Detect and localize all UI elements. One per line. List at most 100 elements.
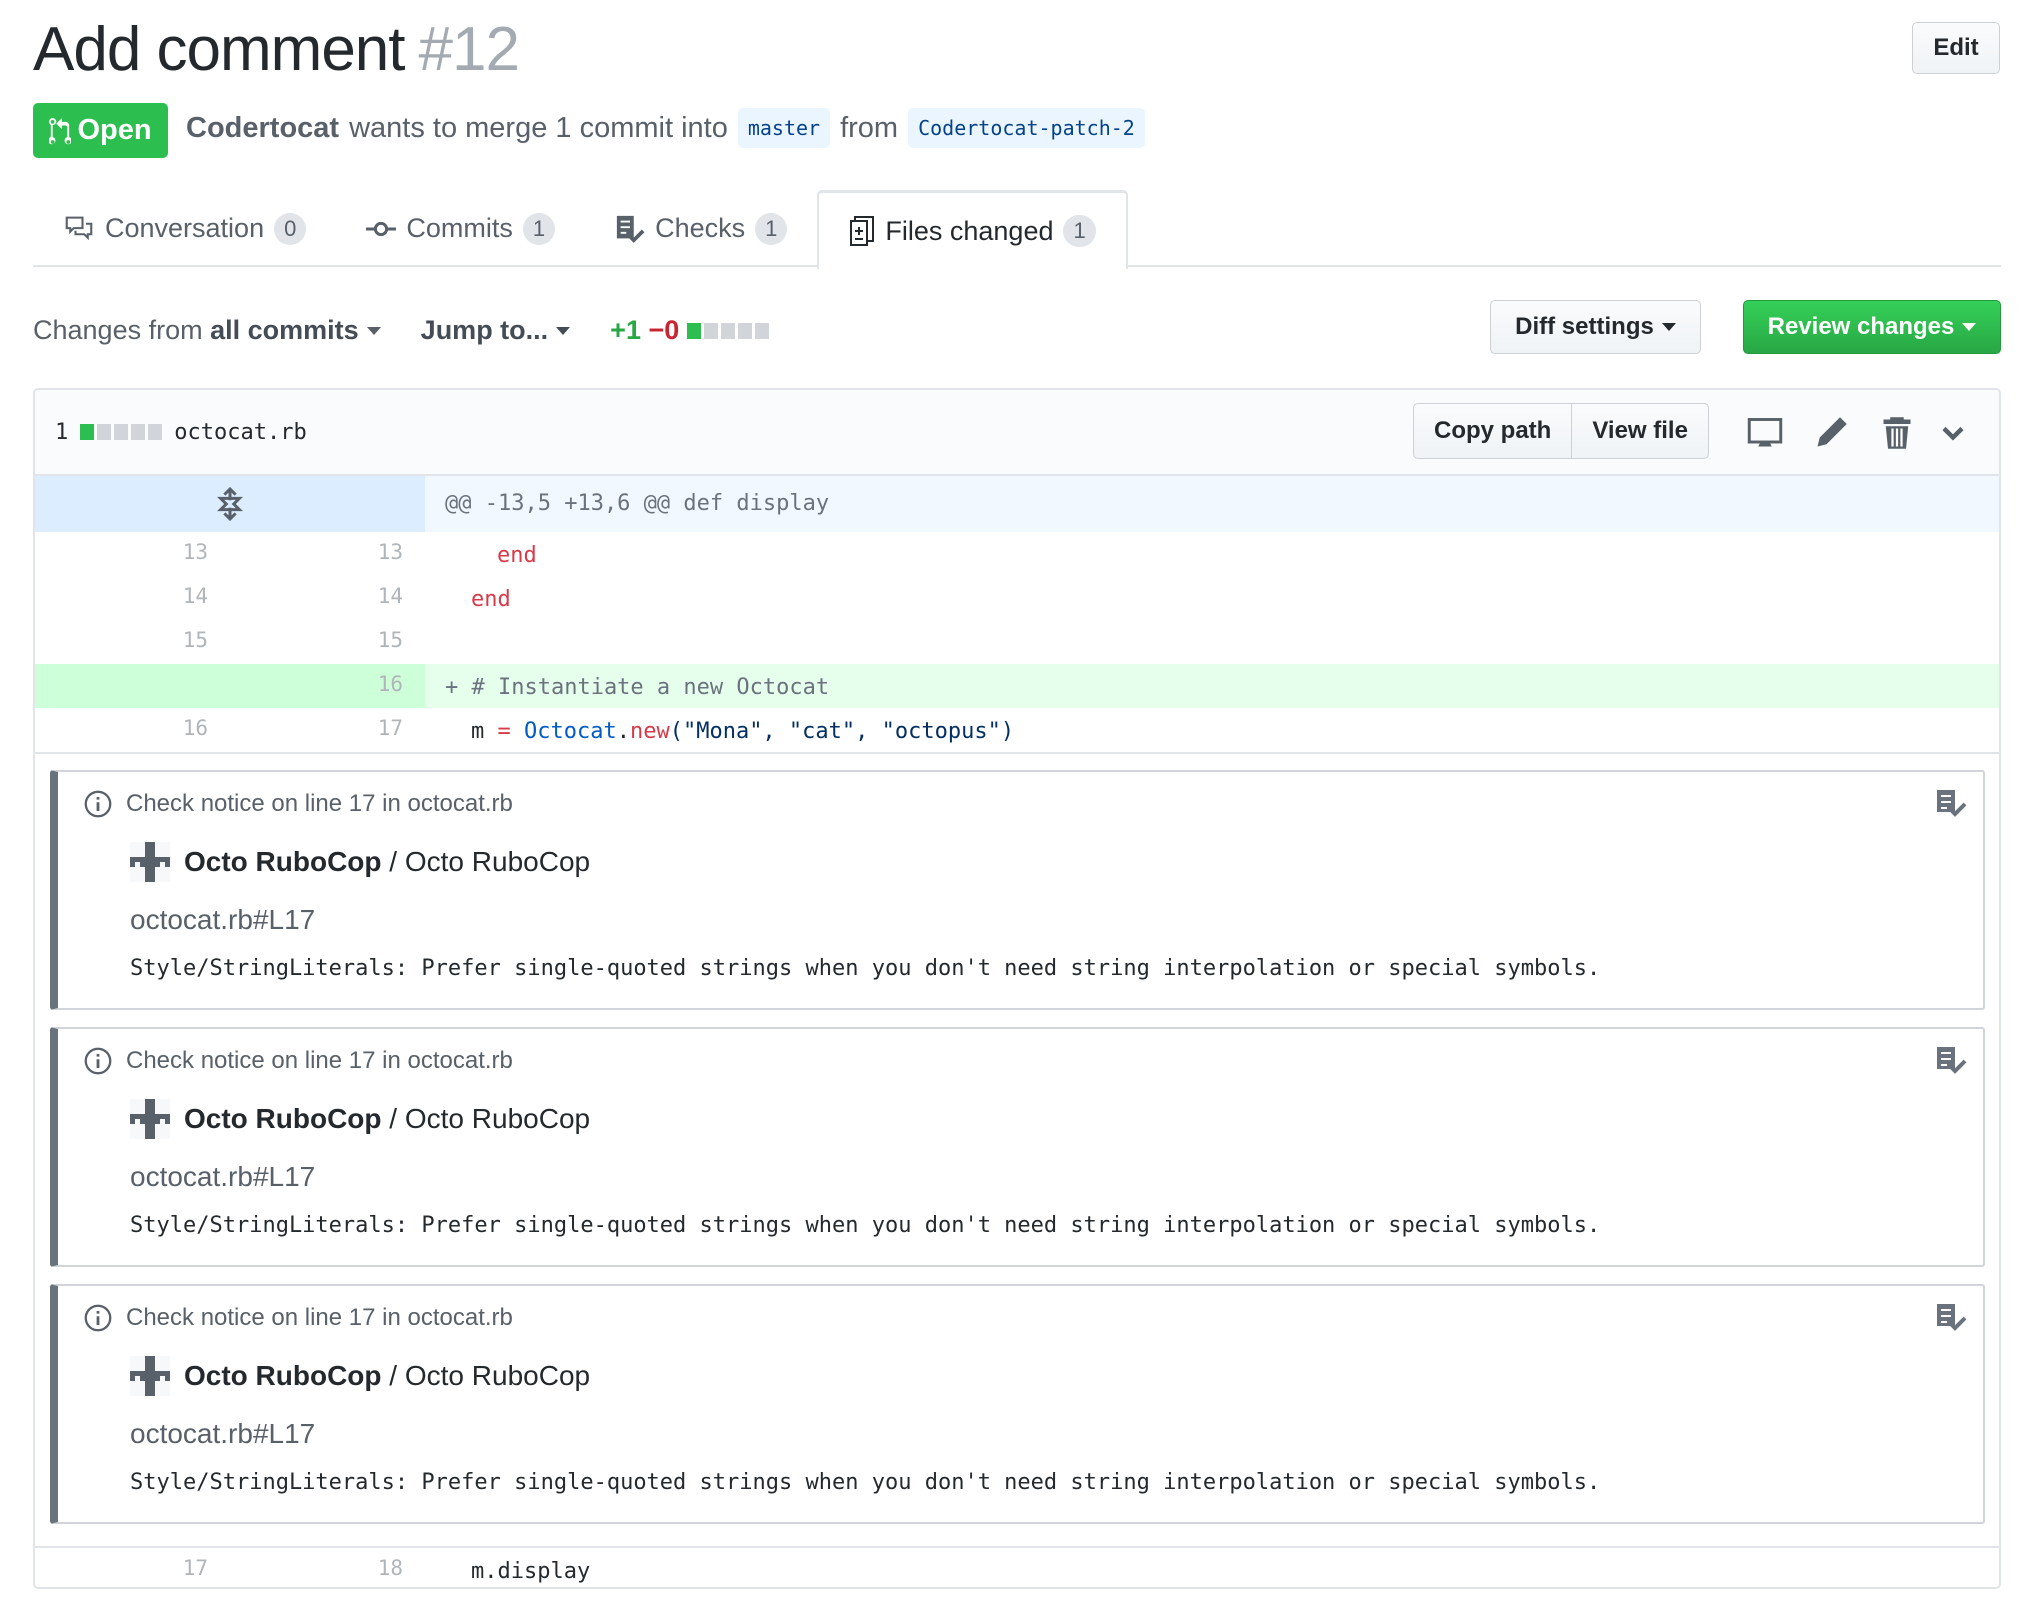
check-run-name: Octo RuboCop — [404, 846, 591, 877]
file-name[interactable]: octocat.rb — [174, 420, 306, 445]
check-message: Style/StringLiterals: Prefer single-quot… — [130, 1470, 1601, 1495]
chevron-down-icon[interactable] — [1935, 415, 1971, 451]
code-line: m.display — [471, 1559, 591, 1584]
base-branch[interactable]: master — [737, 108, 831, 148]
old-line-number[interactable]: 17 — [35, 1548, 230, 1587]
git-pull-request-icon — [49, 117, 72, 144]
new-line-number[interactable]: 15 — [230, 620, 425, 664]
old-line-number[interactable]: 15 — [35, 620, 230, 664]
tab-count: 1 — [755, 212, 788, 245]
jump-label: Jump to... — [420, 314, 549, 345]
comment-discussion-icon — [65, 216, 93, 240]
code-token: . — [616, 719, 630, 744]
caret-down-icon — [1962, 323, 1977, 331]
changes-prefix: Changes from — [33, 314, 203, 345]
check-path: octocat.rb#L17 — [130, 1418, 316, 1449]
checklist-icon[interactable] — [1935, 1302, 1967, 1332]
info-icon — [84, 1047, 112, 1075]
check-app-name[interactable]: Octo RuboCop — [184, 1103, 382, 1134]
code-line: end — [471, 587, 511, 612]
diff-settings-button[interactable]: Diff settings — [1490, 300, 1701, 354]
head-branch[interactable]: Codertocat-patch-2 — [908, 108, 1145, 148]
new-line-number[interactable]: 14 — [230, 576, 425, 620]
pr-meta: Codertocat wants to merge 1 commit into … — [186, 108, 1145, 148]
tab-label: Commits — [406, 213, 513, 243]
tab-count: 0 — [274, 212, 307, 245]
diff-line-added: 16 + # Instantiate a new Octocat — [35, 664, 1999, 708]
diff-line: 16 17 m = Octocat.new("Mona", "cat", "octo… — [35, 708, 1999, 752]
code-line: + # Instantiate a new Octocat — [425, 664, 1999, 708]
old-line-number[interactable]: 14 — [35, 576, 230, 620]
old-line-number[interactable]: 13 — [35, 532, 230, 576]
separator: / — [381, 846, 405, 877]
new-line-number[interactable]: 13 — [230, 532, 425, 576]
author-link[interactable]: Codertocat — [186, 112, 339, 145]
copy-path-button[interactable]: Copy path — [1413, 403, 1573, 459]
review-label: Review changes — [1767, 313, 1955, 340]
tab-label: Conversation — [105, 213, 265, 243]
diffstat-bars — [686, 323, 769, 340]
hunk-text: @@ -13,5 +13,6 @@ def display — [425, 476, 1999, 532]
pr-number: #12 — [418, 15, 520, 84]
status-badge: Open — [33, 103, 168, 158]
tab-conversation[interactable]: Conversation 0 — [33, 190, 336, 267]
caret-down-icon — [556, 327, 571, 336]
info-icon — [84, 790, 112, 818]
view-file-button[interactable]: View file — [1572, 403, 1709, 459]
additions-count: +1 — [610, 314, 641, 345]
tab-files-changed[interactable]: Files changed 1 — [817, 190, 1128, 269]
check-app-name[interactable]: Octo RuboCop — [184, 846, 382, 877]
file-diff: 1 octocat.rb Copy path View file @@ -13,… — [33, 388, 2001, 1589]
expand-button[interactable] — [35, 476, 425, 532]
checklist-icon[interactable] — [1935, 788, 1967, 818]
tab-count: 1 — [1063, 215, 1096, 247]
diffstat: +1 −0 — [610, 315, 769, 346]
annotations: Check notice on line 17 in octocat.rb Oc… — [35, 752, 1999, 1546]
new-line-number[interactable]: 17 — [230, 708, 425, 752]
pencil-icon[interactable] — [1813, 415, 1849, 451]
diff-line: 15 15 — [35, 620, 1999, 664]
review-changes-button[interactable]: Review changes — [1743, 300, 2001, 354]
code-token: ("Mona", "cat", "octopus") — [669, 719, 1015, 744]
app-logo — [130, 842, 170, 882]
tab-label: Files changed — [885, 215, 1054, 246]
check-app-name[interactable]: Octo RuboCop — [184, 1360, 382, 1391]
file-header: 1 octocat.rb Copy path View file — [35, 390, 1999, 476]
from-text: from — [840, 111, 899, 144]
changes-value: all commits — [210, 314, 359, 345]
old-line-number[interactable]: 16 — [35, 708, 230, 752]
edit-button[interactable]: Edit — [1912, 22, 2000, 74]
diff-settings-label: Diff settings — [1515, 313, 1654, 340]
check-annotation: Check notice on line 17 in octocat.rb Oc… — [50, 1284, 1985, 1524]
checklist-icon — [616, 215, 645, 243]
check-path: octocat.rb#L17 — [130, 1161, 316, 1192]
app-logo — [130, 1099, 170, 1139]
check-header: Check notice on line 17 in octocat.rb — [126, 1304, 513, 1331]
file-diff-icon — [850, 216, 875, 246]
check-header: Check notice on line 17 in octocat.rb — [126, 790, 513, 817]
file-actions: Copy path View file — [1413, 403, 1709, 459]
diff-line: 14 14 end — [35, 576, 1999, 620]
checklist-icon[interactable] — [1935, 1045, 1967, 1075]
new-line-number[interactable]: 18 — [230, 1548, 425, 1587]
pr-tabs: Conversation 0 Commits 1 Checks 1 Files cha… — [33, 190, 2001, 269]
desktop-icon[interactable] — [1747, 415, 1783, 451]
tab-checks[interactable]: Checks 1 — [585, 190, 817, 267]
jump-to-dropdown[interactable]: Jump to... — [421, 315, 571, 346]
caret-down-icon — [1661, 323, 1676, 331]
changes-from-dropdown[interactable]: Changes from all commits — [33, 315, 381, 346]
deletions-count: −0 — [648, 314, 680, 345]
tab-label: Checks — [655, 213, 746, 243]
old-line-number[interactable] — [35, 664, 230, 708]
file-change-count: 1 — [55, 419, 69, 445]
code-token: m — [471, 719, 498, 744]
tab-commits[interactable]: Commits 1 — [336, 190, 585, 267]
trash-icon[interactable] — [1879, 415, 1915, 451]
tab-count: 1 — [522, 212, 556, 245]
git-commit-icon — [366, 221, 397, 236]
code-token: = — [497, 719, 511, 744]
app-logo — [130, 1356, 170, 1396]
new-line-number[interactable]: 16 — [230, 664, 425, 708]
diff-line: 13 13 end — [35, 532, 1999, 576]
